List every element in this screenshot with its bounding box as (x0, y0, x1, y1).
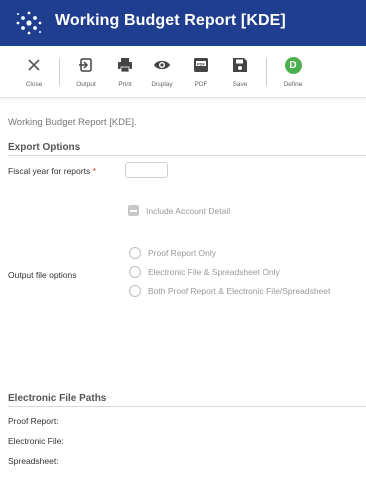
electronic-file-label: Electronic File: (8, 436, 64, 446)
fiscal-year-input[interactable] (125, 162, 168, 178)
output-label: Output (76, 81, 96, 88)
pdf-label: PDF (194, 81, 208, 88)
output-file-options-label: Output file options (8, 270, 77, 280)
radio-proof-report-only[interactable] (129, 247, 141, 259)
display-icon (151, 54, 173, 76)
fiscal-year-label: Fiscal year for reports * (8, 166, 96, 176)
close-button[interactable]: Close (14, 54, 54, 94)
radio-electronic-file-spreadsheet-only[interactable] (129, 266, 141, 278)
section-divider (8, 155, 366, 156)
output-icon (75, 54, 97, 76)
electronic-file-paths-heading: Electronic File Paths (8, 393, 107, 404)
save-button[interactable]: Save (220, 54, 260, 94)
radio-label-electronic-file-spreadsheet-only: Electronic File & Spreadsheet Only (148, 267, 280, 277)
define-button[interactable]: D Define (273, 54, 313, 94)
export-options-heading: Export Options (8, 142, 81, 153)
include-account-detail-label: Include Account Detail (146, 206, 231, 216)
app-logo-icon (16, 11, 42, 35)
radio-label-proof-report-only: Proof Report Only (148, 248, 217, 258)
pdf-button[interactable]: PDF PDF (181, 54, 221, 94)
pdf-icon: PDF (190, 54, 212, 76)
close-icon (23, 54, 45, 76)
title-bar: Working Budget Report [KDE] (0, 0, 366, 46)
include-account-detail-checkbox[interactable] (128, 205, 139, 216)
save-label: Save (232, 81, 248, 88)
output-button[interactable]: Output (66, 54, 106, 94)
print-label: Print (118, 81, 132, 88)
page-title: Working Budget Report [KDE] (55, 12, 286, 29)
radio-both-proof-and-electronic[interactable] (129, 285, 141, 297)
save-icon (229, 54, 251, 76)
print-button[interactable]: Print (105, 54, 145, 94)
display-label: Display (151, 81, 173, 88)
section-divider (8, 406, 366, 407)
define-badge-container: D (282, 54, 304, 76)
print-icon (114, 54, 136, 76)
svg-text:PDF: PDF (197, 61, 206, 66)
toolbar-separator (59, 58, 60, 86)
required-marker: * (92, 166, 96, 176)
breadcrumb: Working Budget Report [KDE]. (8, 117, 137, 128)
radio-label-both-proof-and-electronic: Both Proof Report & Electronic File/Spre… (148, 286, 331, 296)
define-badge: D (284, 56, 302, 74)
fiscal-year-label-text: Fiscal year for reports (8, 166, 91, 176)
display-button[interactable]: Display (142, 54, 182, 94)
proof-report-label: Proof Report: (8, 416, 59, 426)
close-label: Close (25, 81, 43, 88)
define-label: Define (283, 81, 303, 88)
toolbar-separator (266, 58, 267, 86)
spreadsheet-label: Spreadsheet: (8, 456, 59, 466)
toolbar: Close Output Print Display PDF PDF Save … (0, 46, 366, 98)
